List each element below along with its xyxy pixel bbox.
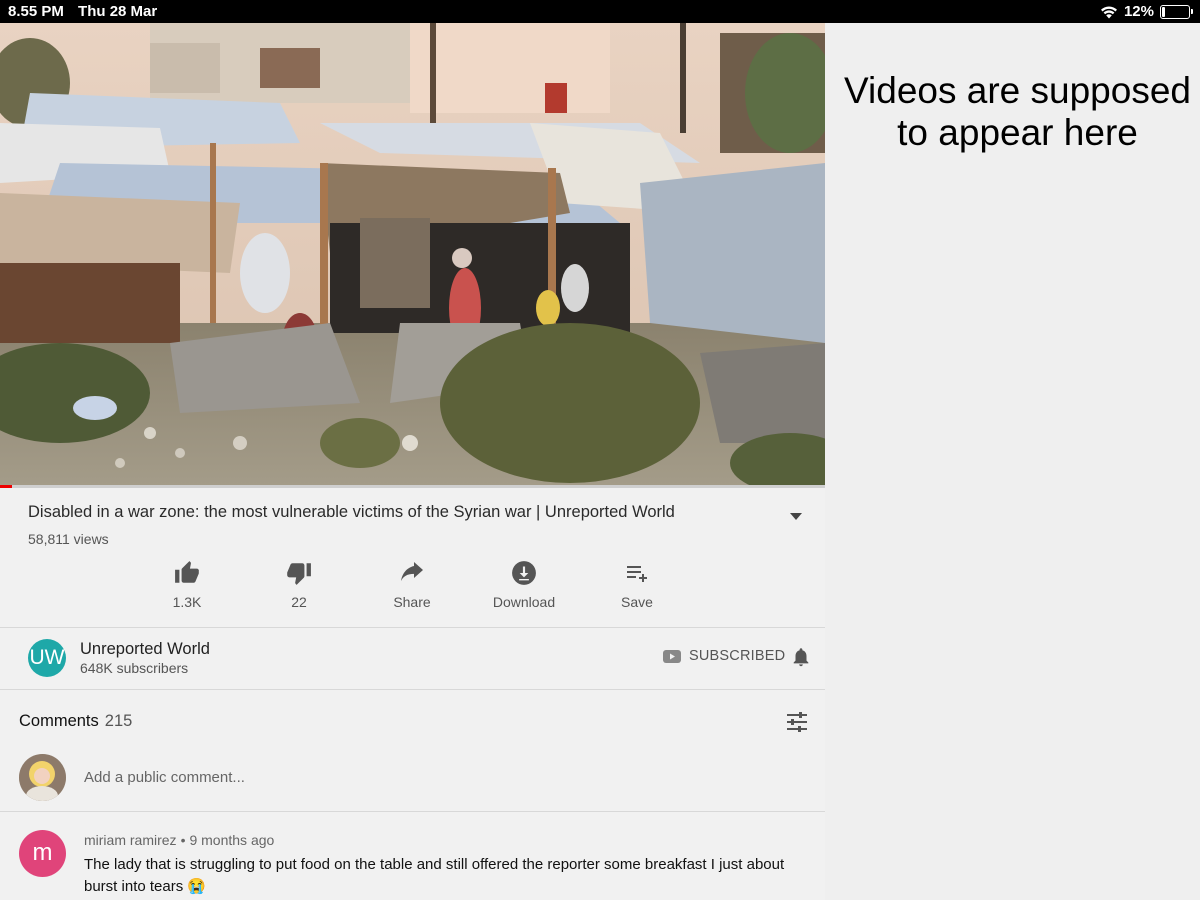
divider xyxy=(0,689,825,690)
battery-percent: 12% xyxy=(1123,3,1154,20)
comment-text: The lady that is struggling to put food … xyxy=(84,856,785,895)
video-title: Disabled in a war zone: the most vulnera… xyxy=(28,503,675,521)
video-player[interactable] xyxy=(0,23,825,487)
user-avatar[interactable] xyxy=(19,754,66,801)
thumbs-up-icon xyxy=(175,561,199,583)
view-count: 58,811 views xyxy=(28,531,109,547)
status-time: 8.55 PM xyxy=(8,3,64,20)
subscribed-label: SUBSCRIBED xyxy=(689,648,786,664)
share-label: Share xyxy=(393,594,431,610)
playlist-add-icon xyxy=(627,566,647,582)
expand-description-icon[interactable] xyxy=(790,513,802,520)
channel-name[interactable]: Unreported World xyxy=(80,640,210,659)
like-button[interactable]: 1.3K xyxy=(137,558,237,610)
comments-title: Comments xyxy=(19,712,99,730)
channel-avatar[interactable]: UW xyxy=(28,639,66,677)
sort-filter-icon[interactable] xyxy=(784,710,810,734)
divider xyxy=(0,811,825,812)
meta-separator: • xyxy=(180,832,186,848)
download-label: Download xyxy=(492,594,556,610)
action-bar: 1.3K 22 Share Download Save xyxy=(0,558,825,618)
save-label: Save xyxy=(621,594,653,610)
battery-icon xyxy=(1160,4,1193,19)
download-icon xyxy=(512,561,536,585)
channel-row: UW Unreported World 648K subscribers SUB… xyxy=(0,628,825,689)
video-frame xyxy=(0,23,825,487)
video-info: Disabled in a war zone: the most vulnera… xyxy=(0,488,825,900)
youtube-play-icon xyxy=(663,649,681,663)
comment-time: 9 months ago xyxy=(189,832,275,848)
notification-bell-icon[interactable] xyxy=(790,645,812,669)
like-count: 1.3K xyxy=(172,594,202,610)
wifi-icon xyxy=(1100,5,1117,18)
share-arrow-icon xyxy=(401,562,423,581)
save-button[interactable]: Save xyxy=(587,558,687,610)
status-date: Thu 28 Mar xyxy=(78,3,158,20)
commenter-avatar[interactable]: m xyxy=(19,830,66,877)
share-button[interactable]: Share xyxy=(362,558,462,610)
thumbs-down-icon xyxy=(287,563,311,585)
placeholder-message: Videos are supposed to appear here xyxy=(844,70,1191,153)
dislike-count: 22 xyxy=(291,594,307,610)
right-panel: Videos are supposed to appear here xyxy=(825,23,1200,900)
add-comment-input[interactable] xyxy=(84,769,784,786)
user-avatar-image xyxy=(19,754,66,801)
comment-author[interactable]: miriam ramirez xyxy=(84,832,177,848)
comment-meta: miriam ramirez • 9 months ago xyxy=(84,832,274,848)
download-button[interactable]: Download xyxy=(474,558,574,610)
comments-header: Comments 215 xyxy=(19,712,132,731)
subscriber-count: 648K subscribers xyxy=(80,660,189,676)
status-bar: 8.55 PM Thu 28 Mar 12% xyxy=(0,0,1200,23)
subscribed-button[interactable]: SUBSCRIBED xyxy=(663,648,785,664)
comments-count: 215 xyxy=(104,712,133,730)
dislike-button[interactable]: 22 xyxy=(249,558,349,610)
